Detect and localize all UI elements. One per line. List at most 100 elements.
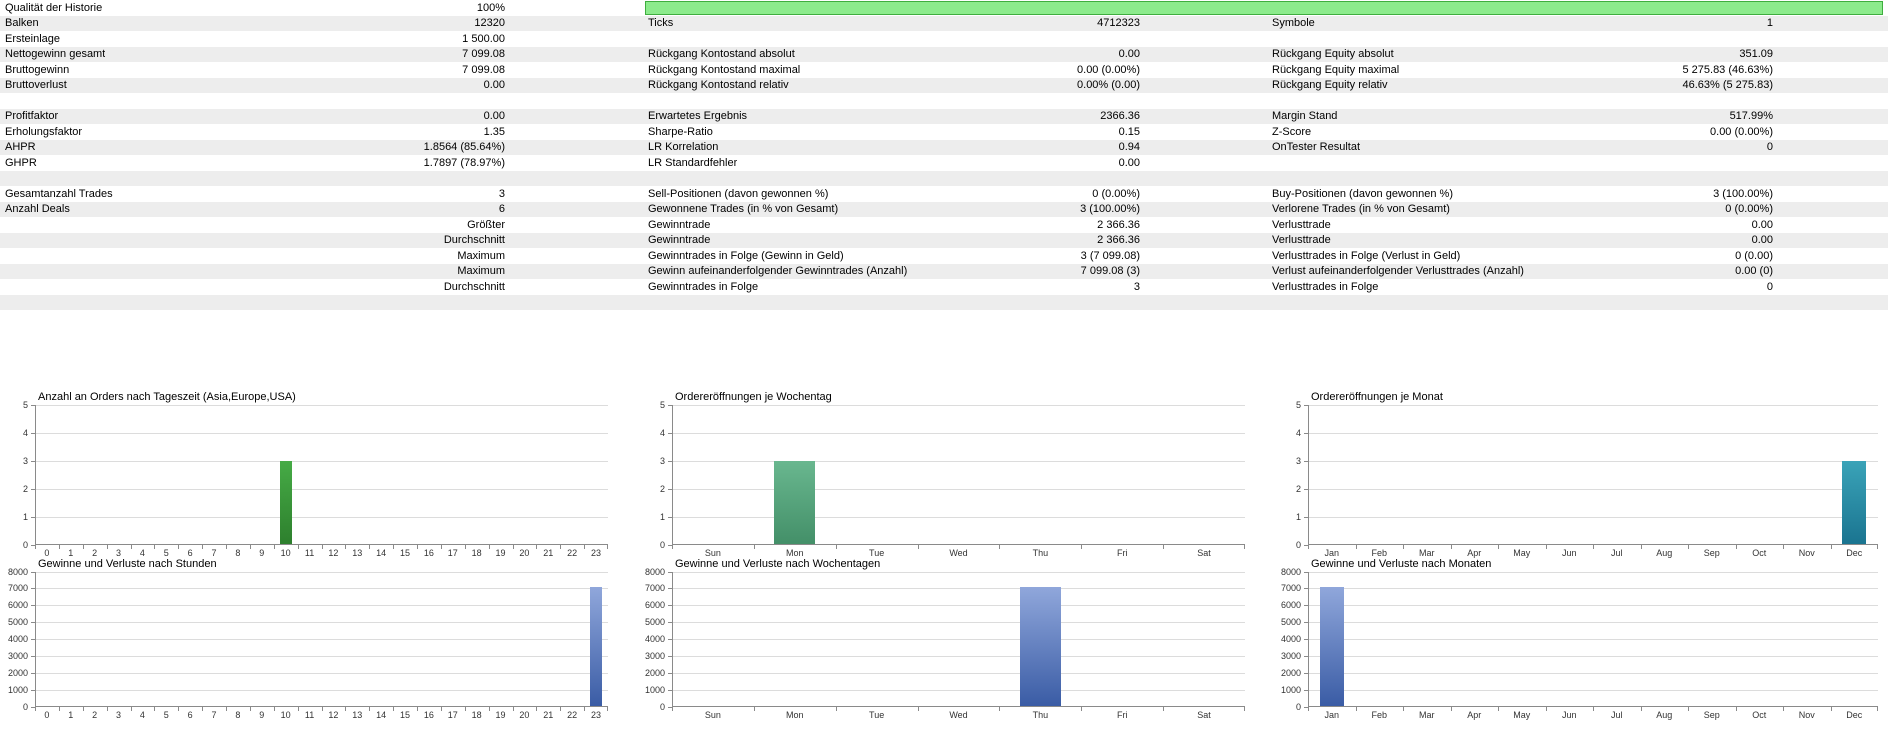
gridline [35, 639, 608, 640]
stat-value: 3 [1133, 280, 1140, 293]
x-axis-label: Mar [1419, 547, 1435, 558]
gridline [672, 460, 1245, 462]
stat-value: 3 (100.00%) [1713, 187, 1773, 200]
y-axis-label: 3000 [7, 650, 28, 661]
chart-plot-area: 0 1 2 3 4 5 Sun Mon Tue Wed Thu Fri Sat [660, 400, 1245, 558]
x-axis-label: Feb [1371, 709, 1387, 720]
x-axis-label: 23 [591, 709, 602, 720]
x-axis-label: 15 [400, 547, 411, 558]
stat-label: Gewinntrade [648, 234, 711, 247]
stat-row [0, 170, 1888, 187]
x-axis-label: Jan [1324, 709, 1339, 720]
chart-title: Gewinne und Verluste nach Monaten [1311, 557, 1492, 570]
stat-cell: Maximum [0, 264, 630, 280]
x-axis-label: Oct [1752, 547, 1767, 558]
x-axis-label: 6 [187, 709, 193, 720]
stat-cell: Balken 12320 [0, 16, 630, 32]
gridline [672, 689, 1245, 691]
bar [590, 586, 603, 707]
stat-value: 3 [498, 187, 505, 200]
gridline [35, 460, 608, 462]
x-axis-label: Jul [1610, 547, 1623, 558]
gridline [35, 571, 608, 573]
stat-label: Nettogewinn gesamt [5, 48, 106, 61]
x-axis-label: Mon [786, 547, 804, 558]
y-axis-label: 6000 [1280, 600, 1301, 611]
stat-cell [630, 171, 1258, 187]
stat-label: Verlusttrades in Folge (Verlust in Geld) [1272, 249, 1461, 262]
stat-label: Verlusttrades in Folge [1272, 280, 1379, 293]
stat-value: 0.00 [1118, 156, 1140, 169]
stat-label: Margin Stand [1272, 110, 1338, 123]
x-axis-label: Aug [1656, 547, 1673, 558]
gridline [1308, 622, 1878, 624]
gridline [672, 488, 1245, 490]
stat-cell: Rückgang Kontostand absolut 0.00 [630, 47, 1258, 63]
stat-label: Rückgang Kontostand relativ [648, 79, 789, 92]
stat-cell [1258, 295, 1888, 311]
y-axis-label: 1000 [7, 684, 28, 695]
stat-cell: Rückgang Kontostand relativ 0.00% (0.00) [630, 78, 1258, 94]
pnl-by-hour-chart: Gewinne und Verluste nach Stunden 0 1000 20… [0, 557, 629, 724]
stat-label: Ticks [648, 17, 674, 30]
x-axis-label: Nov [1798, 547, 1815, 558]
stat-cell: Symbole 1 [1258, 16, 1888, 32]
gridline [1308, 588, 1878, 590]
gridline [35, 516, 608, 518]
stat-label: Rückgang Kontostand maximal [648, 63, 801, 76]
x-axis-label: Thu [1032, 547, 1049, 558]
x-axis-label: Mar [1419, 709, 1435, 720]
x-axis-label: Mon [786, 709, 804, 720]
stat-row: Maximum Gewinn aufeinanderfolgender Gewin… [0, 263, 1888, 280]
y-axis-label: 7000 [644, 583, 665, 594]
stat-cell: Verlusttrade 0.00 [1258, 217, 1888, 233]
stat-label: Balken [5, 17, 39, 30]
x-axis-label: 17 [447, 547, 458, 558]
stat-cell [1258, 93, 1888, 109]
chart-plot-area: 0 1 2 3 4 5 Jan Feb Mar Apr May Jun Jul Aug Sep Oct Nov D… [1296, 400, 1878, 558]
gridline [35, 655, 608, 657]
stat-cell: Z-Score 0.00 (0.00%) [1258, 124, 1888, 140]
y-axis-label: 3000 [1280, 650, 1301, 661]
y-axis-label: 7000 [7, 583, 28, 594]
stat-cell: Bruttogewinn 7 099.08 [0, 62, 630, 78]
x-axis-label: Thu [1032, 709, 1049, 720]
stat-cell: Gewinntrade 2 366.36 [630, 217, 1258, 233]
y-axis [1308, 571, 1309, 711]
stat-value: 0.00 (0) [1735, 265, 1773, 278]
gridline [35, 672, 608, 674]
y-axis-label: 1000 [644, 684, 665, 695]
x-axis-label: Sat [1197, 709, 1211, 720]
stat-row: Balken 12320 Ticks 4712323 Symbole 1 [0, 15, 1888, 32]
stat-cell: Rückgang Equity relativ 46.63% (5 275.83) [1258, 78, 1888, 94]
stat-value: 5 275.83 (46.63%) [1682, 63, 1773, 76]
y-axis-label: 3 [659, 455, 665, 466]
stat-value: 0 (0.00%) [1092, 187, 1140, 200]
chart-title: Gewinne und Verluste nach Wochentagen [675, 557, 881, 570]
stat-label: OnTester Resultat [1272, 141, 1361, 154]
stat-value: 0.00 [1751, 218, 1773, 231]
stat-cell: Sharpe-Ratio 0.15 [630, 124, 1258, 140]
x-axis-label: May [1513, 709, 1531, 720]
stat-cell: Anzahl Deals 6 [0, 202, 630, 218]
x-axis-label: Dec [1846, 709, 1863, 720]
y-axis [672, 404, 673, 549]
stat-cell: Erwartetes Ergebnis 2366.36 [630, 109, 1258, 125]
stat-label: Ersteinlage [5, 32, 61, 45]
stat-label: Verlorene Trades (in % von Gesamt) [1272, 203, 1450, 216]
x-axis-label: 20 [519, 709, 530, 720]
x-tick [607, 706, 608, 711]
x-axis-label: 21 [543, 547, 554, 558]
x-axis-label: Apr [1467, 547, 1482, 558]
stat-value: 0.00% (0.00) [1077, 79, 1140, 92]
stat-cell: LR Standardfehler 0.00 [630, 155, 1258, 171]
x-axis-label: 18 [471, 709, 482, 720]
bar [774, 460, 816, 545]
gridline [1308, 689, 1878, 691]
stat-cell: Durchschnitt [0, 279, 630, 295]
gridline [672, 622, 1245, 624]
y-axis-label: 0 [659, 539, 665, 550]
chart-title: Ordereröffnungen je Wochentag [675, 390, 832, 403]
stat-value: 2 366.36 [1097, 234, 1140, 247]
gridline [1308, 605, 1878, 607]
